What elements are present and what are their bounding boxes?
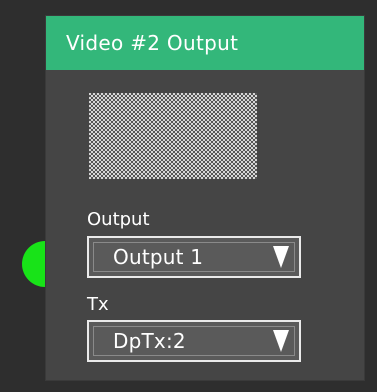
tx-dropdown[interactable]: DpTx:2 <box>87 320 301 362</box>
tx-dropdown-value: DpTx:2 <box>113 329 186 353</box>
node-header[interactable]: Video #2 Output <box>46 16 364 70</box>
tx-label: Tx <box>87 294 109 315</box>
dropdown-arrow-icon <box>273 330 289 352</box>
video-output-node[interactable]: Video #2 Output Output Output 1 Tx DpTx:… <box>46 16 364 380</box>
output-label: Output <box>87 209 150 230</box>
node-canvas: Video #2 Output Output Output 1 Tx DpTx:… <box>0 0 377 392</box>
output-dropdown-value: Output 1 <box>113 245 204 269</box>
video-preview <box>89 93 257 179</box>
dropdown-arrow-icon <box>273 246 289 268</box>
output-dropdown[interactable]: Output 1 <box>87 236 301 278</box>
node-title: Video #2 Output <box>66 31 239 55</box>
